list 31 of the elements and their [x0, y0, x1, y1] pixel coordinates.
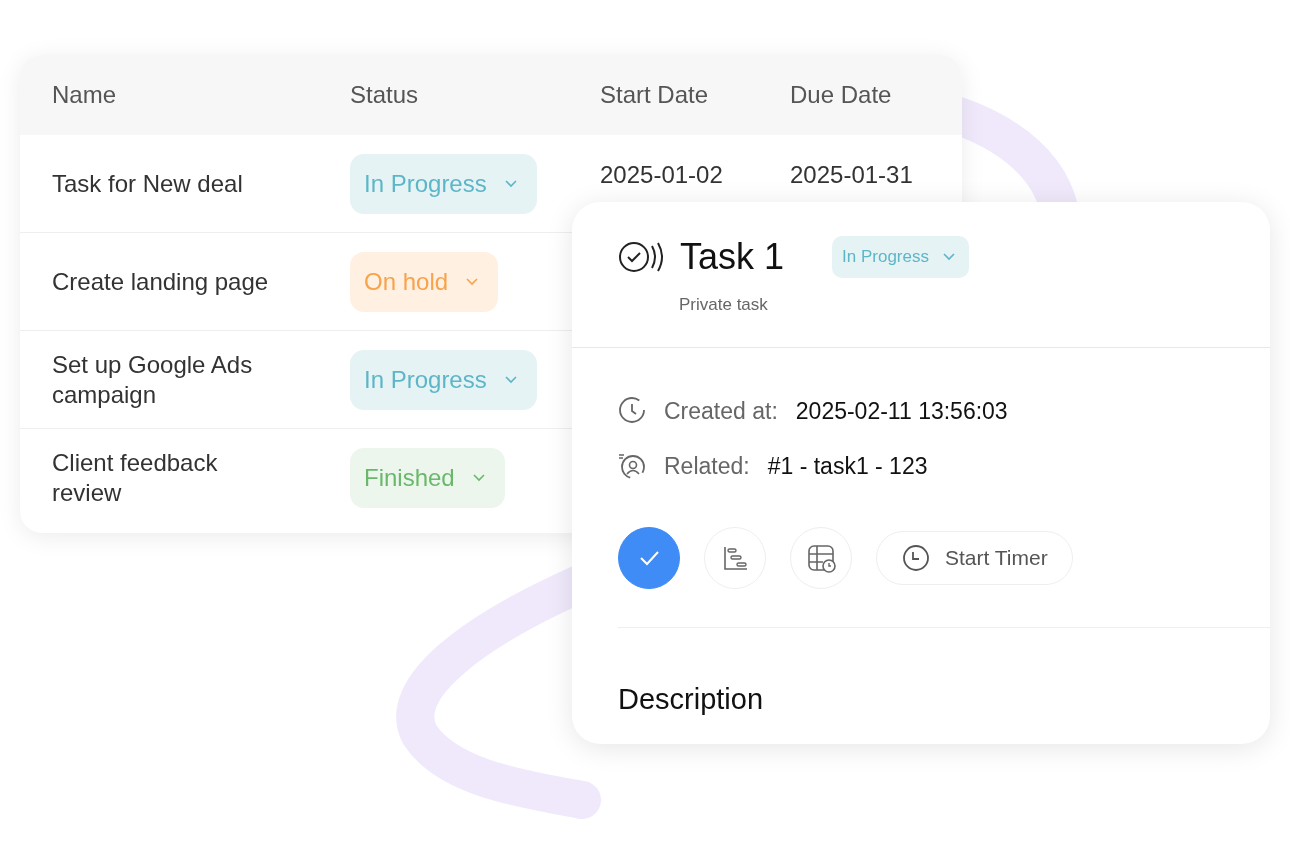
start-timer-button[interactable]: Start Timer — [876, 531, 1073, 585]
caret-icon — [466, 277, 479, 286]
task-name: Set up Google Ads campaign — [52, 349, 254, 410]
date-cell-text: 2025-01-31 — [790, 160, 914, 190]
status-dropdown[interactable]: In Progress — [832, 236, 969, 278]
task-subtitle: Private task — [679, 293, 768, 316]
caret-icon — [943, 252, 955, 261]
column-header: Name — [52, 80, 118, 110]
status-dropdown[interactable]: In Progress — [350, 349, 537, 410]
clock-icon — [901, 543, 931, 573]
column-header: Due Date — [790, 80, 893, 110]
status-dropdown[interactable]: In Progress — [350, 153, 537, 214]
section-heading: Description — [618, 682, 765, 717]
caret-icon — [504, 179, 517, 188]
column-header: Status — [350, 80, 420, 110]
calendar-clock-icon — [806, 543, 836, 573]
status-dropdown[interactable]: Finished — [350, 448, 505, 508]
field-value: #1 - task1 - 123 — [767, 451, 928, 481]
task-title: Task 1 — [680, 238, 785, 275]
caret-icon — [504, 375, 517, 384]
column-header: Start Date — [600, 80, 710, 110]
task-name: Create landing page — [52, 266, 270, 297]
field-label: Related: — [664, 451, 750, 481]
field-label: Created at: — [664, 397, 778, 426]
task-name: Task for New deal — [52, 168, 244, 199]
date-cell-text: 2025-01-02 — [600, 160, 724, 190]
task-check-icon — [618, 239, 664, 274]
caret-icon — [472, 474, 485, 482]
field-value: 2025-02-11 13:56:03 — [795, 397, 1008, 426]
status-dropdown[interactable]: On hold — [350, 251, 499, 312]
task-name: Client feedback review — [52, 448, 219, 508]
